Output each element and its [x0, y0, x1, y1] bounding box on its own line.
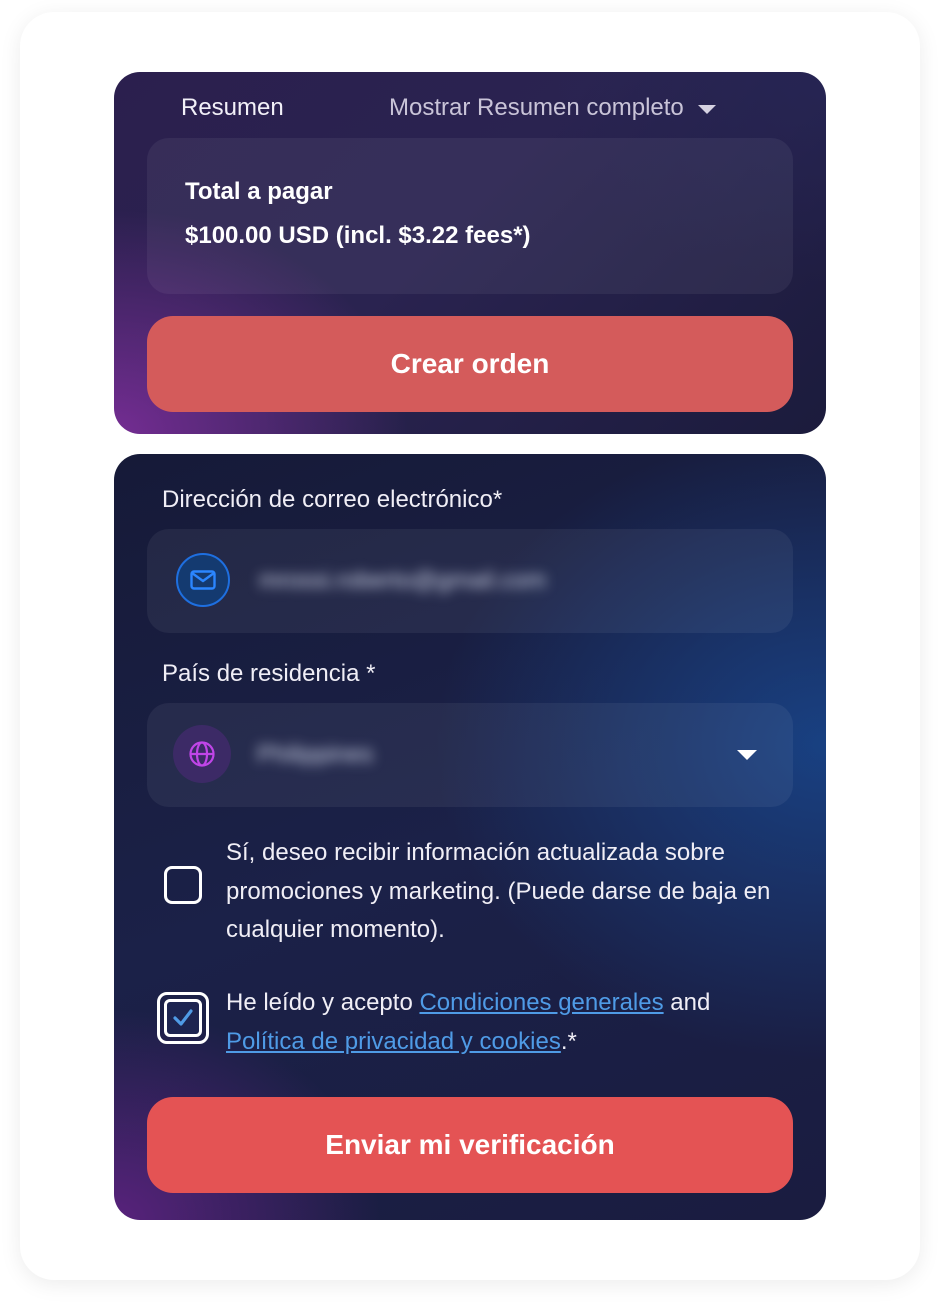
terms-middle: and	[663, 989, 711, 1016]
terms-consent-row: He leído y acepto Condiciones generales …	[157, 984, 784, 1061]
email-label: Dirección de correo electrónico*	[162, 486, 503, 513]
check-icon	[173, 1009, 193, 1026]
total-title: Total a pagar	[185, 178, 333, 205]
terms-link[interactable]: Condiciones generales	[419, 989, 663, 1016]
show-full-summary-toggle[interactable]: Mostrar Resumen completo	[389, 94, 716, 122]
globe-icon	[173, 725, 231, 783]
caret-down-icon[interactable]	[737, 750, 757, 760]
verification-form-card: Dirección de correo electrónico* mrossi.…	[114, 454, 826, 1220]
marketing-consent-row: Sí, deseo recibir información actualizad…	[164, 834, 784, 950]
chevron-down-icon	[697, 104, 716, 114]
create-order-button[interactable]: Crear orden	[147, 316, 793, 412]
terms-suffix: .*	[560, 1027, 577, 1055]
total-box: Total a pagar $100.00 USD (incl. $3.22 f…	[147, 138, 793, 294]
email-value: mrossi.roberto@gmail.com	[259, 567, 547, 594]
terms-consent-text: He leído y acepto Condiciones generales …	[226, 984, 710, 1061]
order-summary-card: Resumen Mostrar Resumen completo Total a…	[114, 72, 826, 434]
country-label: País de residencia *	[162, 660, 376, 687]
email-field[interactable]: mrossi.roberto@gmail.com	[147, 529, 793, 633]
terms-checkbox-inner	[164, 999, 202, 1037]
show-full-summary-label: Mostrar Resumen completo	[389, 94, 684, 121]
country-value: Philippines	[257, 741, 374, 768]
terms-checkbox[interactable]	[157, 992, 209, 1044]
privacy-policy-link[interactable]: Política de privacidad y cookies	[226, 1028, 561, 1055]
summary-label: Resumen	[181, 94, 284, 121]
terms-prefix: He leído y acepto	[226, 989, 420, 1016]
total-amount: $100.00 USD (incl. $3.22 fees*)	[185, 222, 531, 249]
marketing-checkbox[interactable]	[164, 866, 202, 904]
submit-verification-button[interactable]: Enviar mi verificación	[147, 1097, 793, 1193]
mail-icon	[176, 553, 230, 607]
country-select[interactable]: Philippines	[147, 703, 793, 807]
marketing-consent-text: Sí, deseo recibir información actualizad…	[226, 839, 771, 943]
